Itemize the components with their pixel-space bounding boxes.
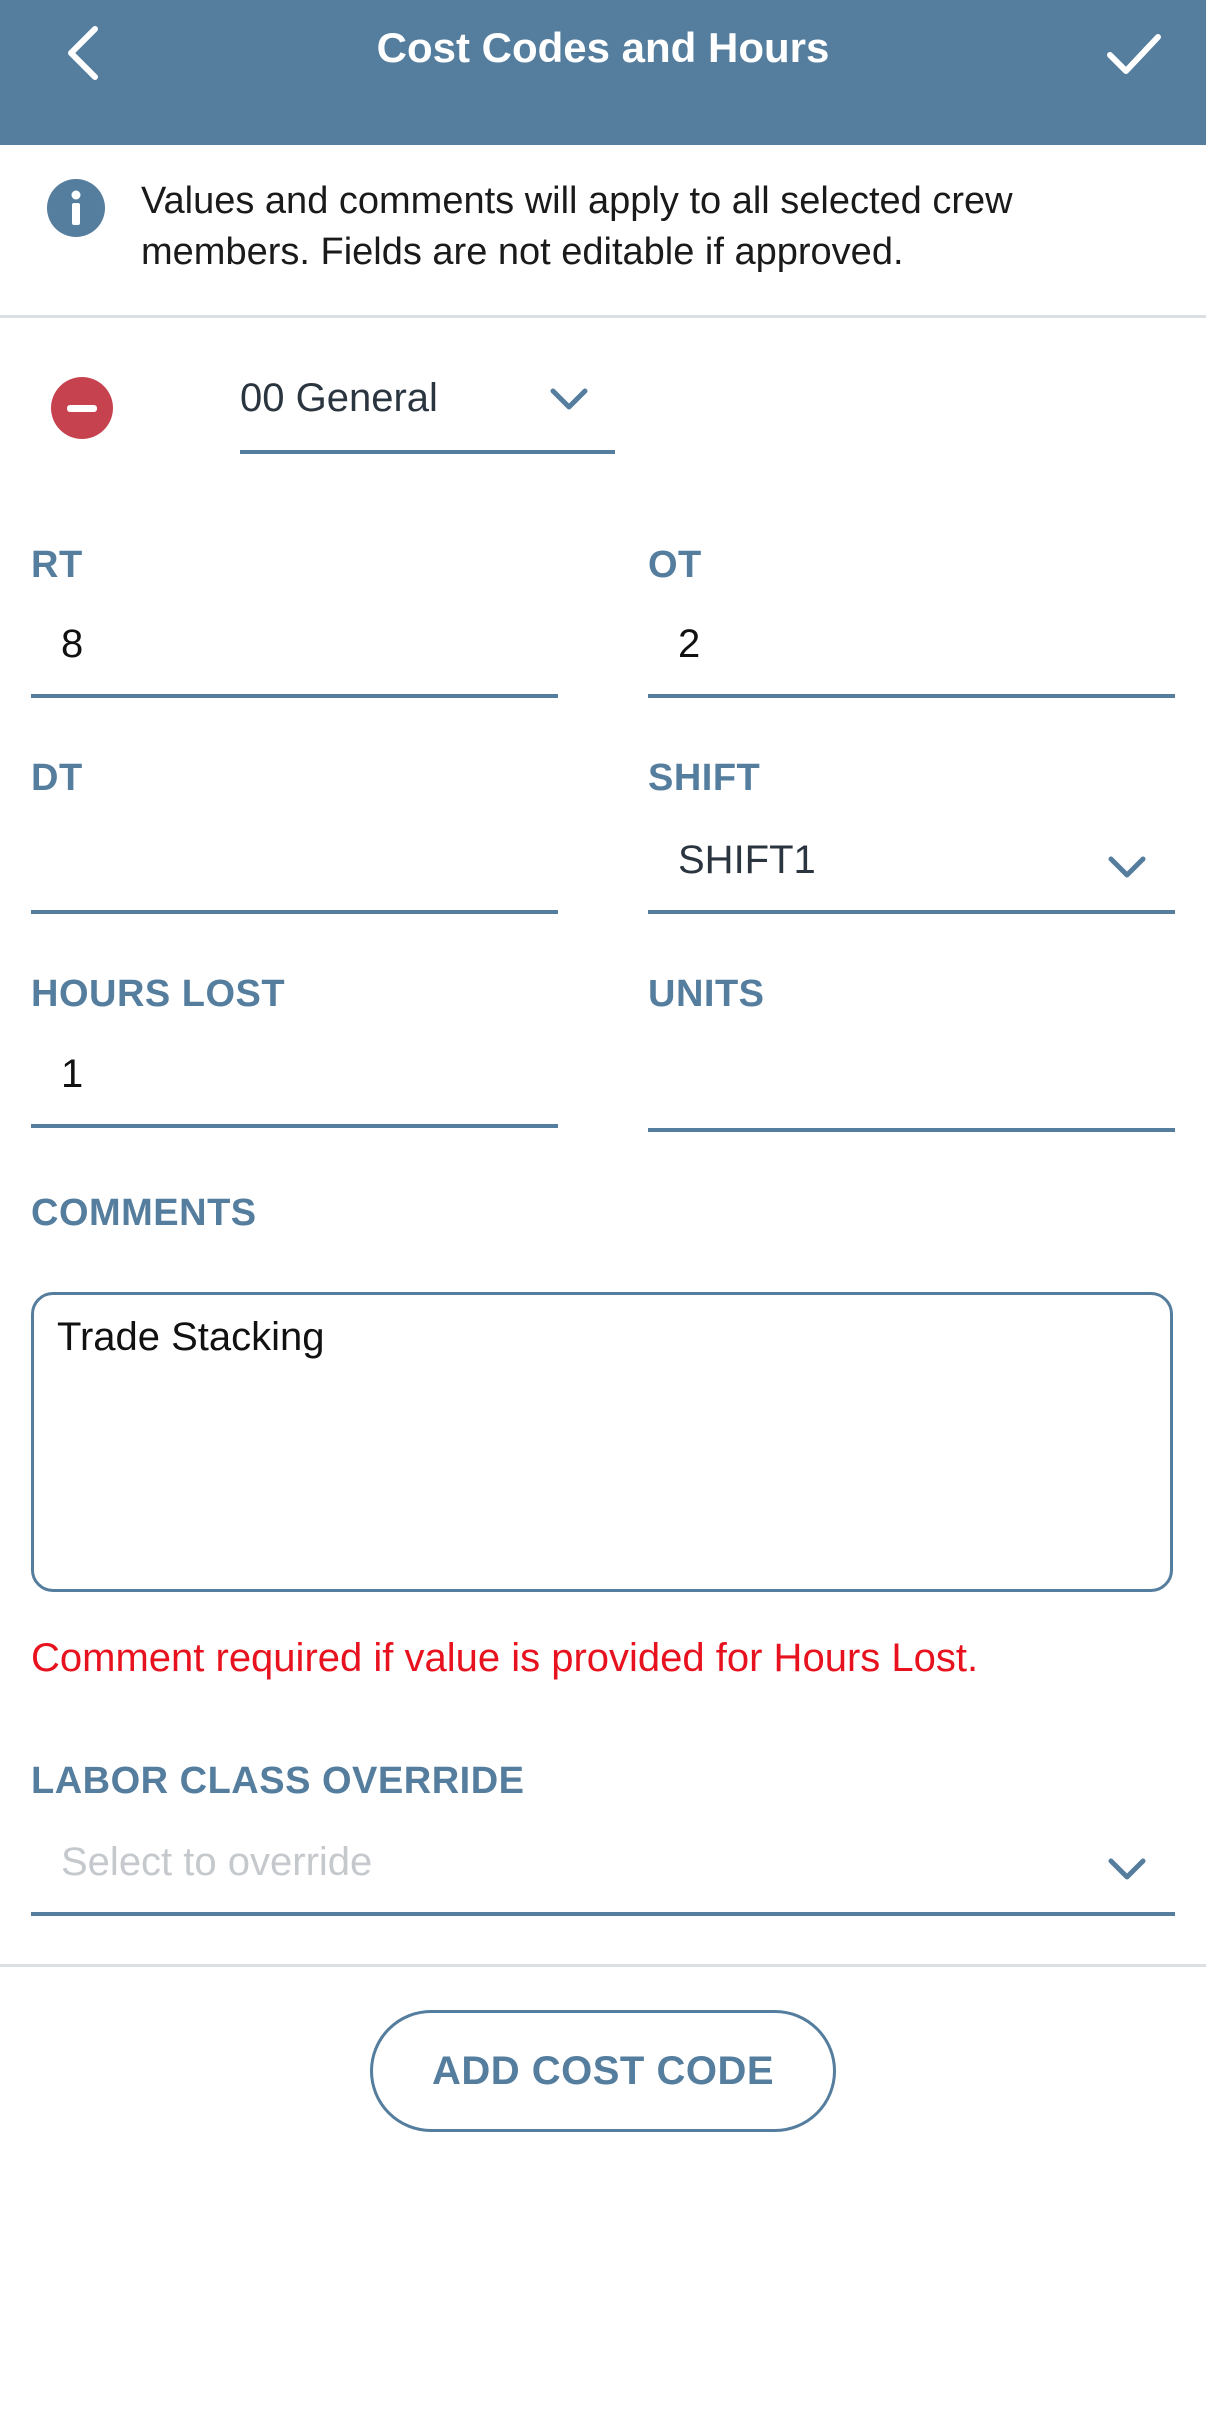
cost-code-value: 00 General [240,376,438,420]
info-message: Values and comments will apply to all se… [141,180,1013,273]
units-label: UNITS [648,973,765,1015]
units-field[interactable] [648,1048,1175,1132]
confirm-button[interactable] [1094,18,1174,88]
shift-dropdown[interactable]: SHIFT1 [648,830,1175,914]
comments-textarea[interactable]: Trade Stacking [31,1292,1173,1592]
comments-label: COMMENTS [31,1192,257,1234]
ot-value: 2 [678,622,701,666]
rt-field[interactable]: 8 [31,614,558,698]
ot-label: OT [648,544,702,586]
hours-lost-value: 1 [61,1052,84,1096]
info-icon [47,179,105,237]
hours-lost-field[interactable]: 1 [31,1044,558,1128]
checkmark-icon [1107,34,1161,74]
labor-class-override-label: LABOR CLASS OVERRIDE [31,1760,525,1802]
shift-label: SHIFT [648,757,761,799]
comments-value: Trade Stacking [57,1315,325,1359]
nav-header: Cost Codes and Hours [0,0,1206,145]
labor-class-override-placeholder: Select to override [61,1840,373,1884]
page-title: Cost Codes and Hours [376,24,830,71]
chevron-down-icon [1108,1858,1146,1880]
chevron-down-icon [1108,856,1146,878]
shift-value: SHIFT1 [678,838,816,882]
hours-lost-label: HOURS LOST [31,973,286,1015]
section-divider [0,1964,1206,1967]
chevron-down-icon [550,388,588,410]
cost-code-dropdown[interactable]: 00 General [240,362,615,454]
remove-cost-code-button[interactable] [51,377,113,439]
dt-label: DT [31,757,83,799]
labor-class-override-dropdown[interactable]: Select to override [31,1832,1175,1916]
dt-field[interactable] [31,830,558,914]
comments-error-message: Comment required if value is provided fo… [31,1636,979,1680]
rt-value: 8 [61,622,84,666]
rt-label: RT [31,544,83,586]
ot-field[interactable]: 2 [648,614,1175,698]
add-cost-code-button[interactable]: ADD COST CODE [370,2010,836,2132]
